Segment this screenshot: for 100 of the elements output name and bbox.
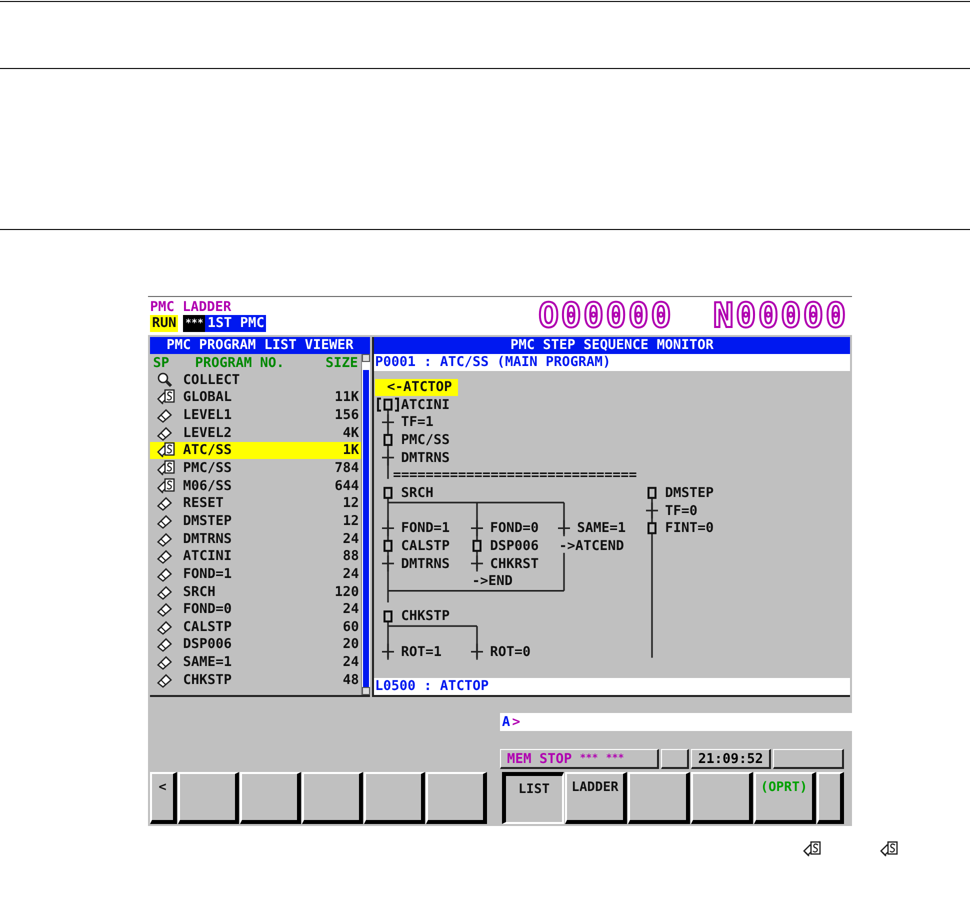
step-label: DSP006 — [490, 538, 539, 555]
scrollbar[interactable] — [361, 354, 370, 695]
pencil-icon — [156, 584, 175, 600]
pencil-document-icon — [156, 442, 175, 458]
step-marker-icon — [384, 434, 392, 446]
pencil-icon — [156, 601, 175, 618]
program-row[interactable]: LEVEL1 156 — [150, 406, 361, 424]
transition-icon — [382, 520, 394, 536]
pencil-icon — [156, 407, 175, 424]
soft-key[interactable]: LIST — [502, 772, 564, 824]
pencil-document-icon — [156, 460, 175, 476]
step-label: FINT=0 — [665, 520, 714, 538]
pencil-icon — [156, 618, 175, 635]
step-label: CALSTP — [401, 538, 450, 555]
input-field[interactable]: A> — [500, 713, 852, 731]
alarm-text: *** — [580, 752, 598, 766]
pencil-document-icon — [156, 389, 175, 406]
divider-text: ============================== — [393, 467, 637, 484]
panel-title: PMC PROGRAM LIST VIEWER — [150, 337, 370, 354]
program-row[interactable]: ATC/SS 1K — [150, 442, 361, 460]
step-marker-icon — [384, 610, 392, 622]
program-row[interactable]: M06/SS 644 — [150, 476, 361, 494]
transition-icon — [646, 502, 658, 519]
program-row[interactable]: CALSTP 60 — [150, 618, 361, 636]
blank-soft-key[interactable] — [302, 772, 363, 824]
column-header: SP — [153, 354, 170, 370]
blank-soft-key[interactable] — [240, 772, 301, 824]
program-row[interactable]: FOND=1 24 — [150, 565, 361, 583]
program-name: ATCINI — [183, 548, 233, 564]
step-marker-icon — [472, 540, 482, 552]
jump-label: ->ATCEND — [559, 538, 624, 555]
blank-soft-key[interactable] — [364, 772, 425, 824]
initial-step-icon — [377, 398, 399, 412]
program-row[interactable]: CHKSTP 48 — [150, 670, 361, 689]
pencil-document-icon — [879, 841, 898, 857]
step-label: DMSTEP — [665, 484, 714, 502]
step-label: DMTRNS — [401, 450, 450, 467]
program-name: GLOBAL — [183, 389, 233, 406]
step-label: TF=1 — [401, 414, 434, 432]
search-icon — [156, 372, 175, 388]
program-row[interactable]: SAME=1 24 — [150, 653, 361, 671]
pmc-label: 1ST PMC — [205, 315, 266, 332]
program-row[interactable]: DSP006 20 — [150, 636, 361, 654]
program-name: M06/SS — [183, 478, 233, 494]
pencil-icon — [156, 548, 175, 564]
program-size: 12 — [342, 495, 359, 512]
transition-icon — [382, 450, 394, 466]
program-size: 24 — [342, 601, 359, 618]
program-name: SRCH — [183, 584, 217, 600]
transition-icon — [382, 644, 394, 660]
blank-soft-key[interactable] — [817, 772, 844, 824]
run-status: RUN — [150, 315, 178, 332]
pencil-icon — [156, 566, 175, 582]
program-size: 784 — [334, 460, 359, 476]
step-label: ATCINI — [401, 396, 450, 414]
transition-icon — [382, 556, 394, 572]
blank-soft-key[interactable] — [691, 772, 753, 824]
status-segment — [661, 749, 690, 769]
blank-soft-key[interactable] — [426, 772, 487, 824]
step-label: SAME=1 — [577, 520, 626, 538]
soft-key[interactable]: LADDER — [565, 772, 627, 824]
program-row[interactable]: RESET 12 — [150, 494, 361, 512]
program-size: 20 — [342, 636, 359, 652]
pencil-document-icon — [156, 478, 175, 494]
step-marker-icon — [384, 540, 392, 552]
program-size: 1K — [342, 442, 359, 458]
program-name: PMC/SS — [183, 460, 233, 476]
program-number: O00000 — [538, 299, 674, 333]
step-label: ROT=1 — [401, 644, 442, 661]
program-name: LEVEL1 — [183, 407, 233, 424]
program-name: CHKSTP — [183, 672, 233, 688]
soft-key[interactable]: < — [150, 772, 177, 824]
program-row[interactable]: DMSTEP 12 — [150, 512, 361, 530]
program-name: COLLECT — [183, 372, 241, 388]
blank-soft-key[interactable] — [628, 772, 690, 824]
program-size: 120 — [334, 584, 359, 600]
step-marker-icon — [648, 486, 656, 499]
pencil-icon — [156, 654, 175, 670]
program-name: DSP006 — [183, 636, 233, 652]
transition-icon — [558, 520, 570, 536]
blank-soft-key[interactable] — [178, 772, 239, 824]
program-size: 24 — [342, 654, 359, 670]
jump-label: ->END — [472, 573, 513, 590]
program-row[interactable]: PMC/SS 784 — [150, 459, 361, 477]
step-label: CHKSTP — [401, 608, 450, 626]
program-size: 12 — [342, 512, 359, 529]
program-size: 48 — [342, 672, 359, 688]
program-row[interactable]: DMTRNS 24 — [150, 530, 361, 548]
program-row[interactable]: FOND=0 24 — [150, 600, 361, 618]
program-row[interactable]: ATCINI 88 — [150, 547, 361, 566]
program-name: DMTRNS — [183, 530, 233, 547]
transition-icon — [471, 556, 483, 572]
program-size: 4K — [342, 424, 359, 441]
program-row[interactable]: LEVEL2 4K — [150, 424, 361, 442]
program-size: 88 — [342, 548, 359, 564]
program-row[interactable]: SRCH 120 — [150, 582, 361, 600]
program-row[interactable]: COLLECT — [150, 371, 361, 389]
program-size: 156 — [334, 407, 359, 424]
pencil-icon — [156, 495, 175, 512]
program-row[interactable]: GLOBAL 11K — [150, 388, 361, 406]
